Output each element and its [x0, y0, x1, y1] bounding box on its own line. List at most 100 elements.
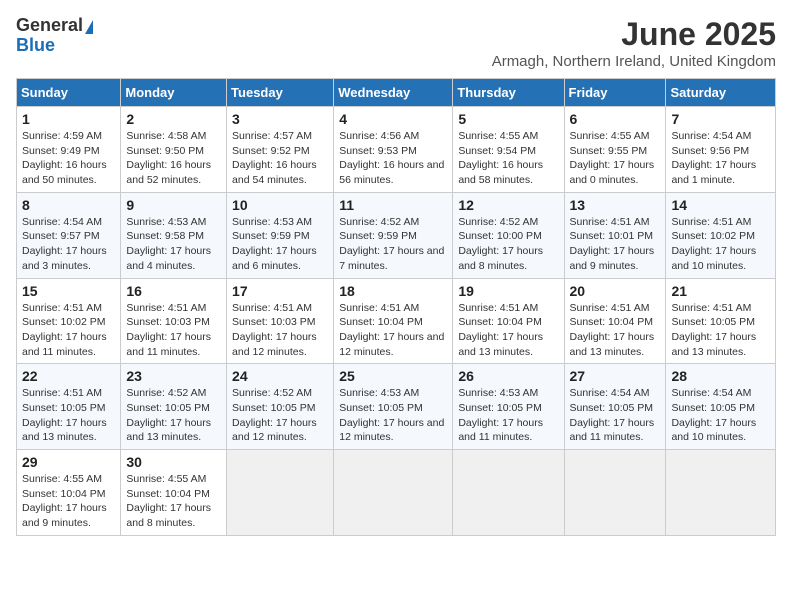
day-info: Sunrise: 4:54 AM Sunset: 10:05 PM Daylig…	[671, 386, 770, 445]
day-info: Sunrise: 4:53 AM Sunset: 9:59 PM Dayligh…	[232, 215, 328, 274]
day-info: Sunrise: 4:55 AM Sunset: 10:04 PM Daylig…	[126, 472, 221, 531]
calendar-week-2: 8 Sunrise: 4:54 AM Sunset: 9:57 PM Dayli…	[17, 192, 776, 278]
day-info: Sunrise: 4:51 AM Sunset: 10:05 PM Daylig…	[671, 301, 770, 360]
day-info: Sunrise: 4:58 AM Sunset: 9:50 PM Dayligh…	[126, 129, 221, 188]
day-info: Sunrise: 4:52 AM Sunset: 9:59 PM Dayligh…	[339, 215, 447, 274]
calendar-cell: 11 Sunrise: 4:52 AM Sunset: 9:59 PM Dayl…	[334, 192, 453, 278]
location-subtitle: Armagh, Northern Ireland, United Kingdom	[492, 53, 776, 70]
weekday-header-row: SundayMondayTuesdayWednesdayThursdayFrid…	[17, 79, 776, 107]
calendar-cell: 15 Sunrise: 4:51 AM Sunset: 10:02 PM Day…	[17, 278, 121, 364]
calendar-cell: 17 Sunrise: 4:51 AM Sunset: 10:03 PM Day…	[227, 278, 334, 364]
calendar-cell: 2 Sunrise: 4:58 AM Sunset: 9:50 PM Dayli…	[121, 107, 227, 193]
day-info: Sunrise: 4:51 AM Sunset: 10:05 PM Daylig…	[22, 386, 115, 445]
calendar-week-4: 22 Sunrise: 4:51 AM Sunset: 10:05 PM Day…	[17, 364, 776, 450]
calendar-cell: 5 Sunrise: 4:55 AM Sunset: 9:54 PM Dayli…	[453, 107, 564, 193]
calendar-cell	[334, 450, 453, 536]
calendar-cell: 28 Sunrise: 4:54 AM Sunset: 10:05 PM Day…	[666, 364, 776, 450]
calendar-cell: 8 Sunrise: 4:54 AM Sunset: 9:57 PM Dayli…	[17, 192, 121, 278]
day-info: Sunrise: 4:54 AM Sunset: 10:05 PM Daylig…	[570, 386, 661, 445]
day-number: 28	[671, 368, 770, 384]
day-info: Sunrise: 4:51 AM Sunset: 10:02 PM Daylig…	[671, 215, 770, 274]
day-number: 27	[570, 368, 661, 384]
day-number: 19	[458, 283, 558, 299]
calendar-cell: 4 Sunrise: 4:56 AM Sunset: 9:53 PM Dayli…	[334, 107, 453, 193]
weekday-header-wednesday: Wednesday	[334, 79, 453, 107]
day-info: Sunrise: 4:51 AM Sunset: 10:03 PM Daylig…	[126, 301, 221, 360]
logo: General Blue	[16, 16, 93, 56]
day-info: Sunrise: 4:59 AM Sunset: 9:49 PM Dayligh…	[22, 129, 115, 188]
calendar-cell: 14 Sunrise: 4:51 AM Sunset: 10:02 PM Day…	[666, 192, 776, 278]
day-number: 16	[126, 283, 221, 299]
day-number: 17	[232, 283, 328, 299]
day-number: 4	[339, 111, 447, 127]
day-number: 26	[458, 368, 558, 384]
day-info: Sunrise: 4:56 AM Sunset: 9:53 PM Dayligh…	[339, 129, 447, 188]
logo-text: General	[16, 16, 93, 36]
day-info: Sunrise: 4:51 AM Sunset: 10:02 PM Daylig…	[22, 301, 115, 360]
day-number: 22	[22, 368, 115, 384]
calendar-cell: 19 Sunrise: 4:51 AM Sunset: 10:04 PM Day…	[453, 278, 564, 364]
calendar-cell: 24 Sunrise: 4:52 AM Sunset: 10:05 PM Day…	[227, 364, 334, 450]
page-header: General Blue June 2025 Armagh, Northern …	[16, 16, 776, 70]
title-block: June 2025 Armagh, Northern Ireland, Unit…	[492, 16, 776, 70]
day-info: Sunrise: 4:53 AM Sunset: 9:58 PM Dayligh…	[126, 215, 221, 274]
calendar-cell: 13 Sunrise: 4:51 AM Sunset: 10:01 PM Day…	[564, 192, 666, 278]
calendar-cell: 1 Sunrise: 4:59 AM Sunset: 9:49 PM Dayli…	[17, 107, 121, 193]
day-info: Sunrise: 4:55 AM Sunset: 10:04 PM Daylig…	[22, 472, 115, 531]
day-number: 7	[671, 111, 770, 127]
day-info: Sunrise: 4:57 AM Sunset: 9:52 PM Dayligh…	[232, 129, 328, 188]
calendar-cell	[453, 450, 564, 536]
day-number: 23	[126, 368, 221, 384]
day-number: 20	[570, 283, 661, 299]
calendar-cell: 18 Sunrise: 4:51 AM Sunset: 10:04 PM Day…	[334, 278, 453, 364]
day-number: 10	[232, 197, 328, 213]
day-info: Sunrise: 4:53 AM Sunset: 10:05 PM Daylig…	[458, 386, 558, 445]
calendar-cell: 30 Sunrise: 4:55 AM Sunset: 10:04 PM Day…	[121, 450, 227, 536]
day-info: Sunrise: 4:51 AM Sunset: 10:01 PM Daylig…	[570, 215, 661, 274]
calendar-cell	[564, 450, 666, 536]
day-number: 21	[671, 283, 770, 299]
calendar-cell: 21 Sunrise: 4:51 AM Sunset: 10:05 PM Day…	[666, 278, 776, 364]
month-title: June 2025	[492, 16, 776, 53]
calendar-cell: 10 Sunrise: 4:53 AM Sunset: 9:59 PM Dayl…	[227, 192, 334, 278]
day-number: 5	[458, 111, 558, 127]
calendar-cell: 20 Sunrise: 4:51 AM Sunset: 10:04 PM Day…	[564, 278, 666, 364]
day-number: 1	[22, 111, 115, 127]
calendar-table: SundayMondayTuesdayWednesdayThursdayFrid…	[16, 78, 776, 536]
day-number: 12	[458, 197, 558, 213]
weekday-header-tuesday: Tuesday	[227, 79, 334, 107]
day-info: Sunrise: 4:52 AM Sunset: 10:05 PM Daylig…	[232, 386, 328, 445]
day-info: Sunrise: 4:51 AM Sunset: 10:04 PM Daylig…	[570, 301, 661, 360]
calendar-cell: 9 Sunrise: 4:53 AM Sunset: 9:58 PM Dayli…	[121, 192, 227, 278]
day-number: 13	[570, 197, 661, 213]
day-number: 9	[126, 197, 221, 213]
calendar-cell: 7 Sunrise: 4:54 AM Sunset: 9:56 PM Dayli…	[666, 107, 776, 193]
day-number: 15	[22, 283, 115, 299]
weekday-header-monday: Monday	[121, 79, 227, 107]
calendar-week-5: 29 Sunrise: 4:55 AM Sunset: 10:04 PM Day…	[17, 450, 776, 536]
calendar-cell: 23 Sunrise: 4:52 AM Sunset: 10:05 PM Day…	[121, 364, 227, 450]
calendar-cell: 22 Sunrise: 4:51 AM Sunset: 10:05 PM Day…	[17, 364, 121, 450]
calendar-cell: 25 Sunrise: 4:53 AM Sunset: 10:05 PM Day…	[334, 364, 453, 450]
day-number: 6	[570, 111, 661, 127]
day-info: Sunrise: 4:52 AM Sunset: 10:05 PM Daylig…	[126, 386, 221, 445]
calendar-cell: 6 Sunrise: 4:55 AM Sunset: 9:55 PM Dayli…	[564, 107, 666, 193]
calendar-cell: 27 Sunrise: 4:54 AM Sunset: 10:05 PM Day…	[564, 364, 666, 450]
day-info: Sunrise: 4:55 AM Sunset: 9:55 PM Dayligh…	[570, 129, 661, 188]
day-number: 29	[22, 454, 115, 470]
day-number: 11	[339, 197, 447, 213]
day-info: Sunrise: 4:53 AM Sunset: 10:05 PM Daylig…	[339, 386, 447, 445]
calendar-week-3: 15 Sunrise: 4:51 AM Sunset: 10:02 PM Day…	[17, 278, 776, 364]
day-number: 30	[126, 454, 221, 470]
day-info: Sunrise: 4:54 AM Sunset: 9:56 PM Dayligh…	[671, 129, 770, 188]
weekday-header-friday: Friday	[564, 79, 666, 107]
calendar-cell	[227, 450, 334, 536]
day-info: Sunrise: 4:51 AM Sunset: 10:04 PM Daylig…	[339, 301, 447, 360]
logo-blue: Blue	[16, 36, 93, 56]
day-info: Sunrise: 4:55 AM Sunset: 9:54 PM Dayligh…	[458, 129, 558, 188]
weekday-header-saturday: Saturday	[666, 79, 776, 107]
day-number: 3	[232, 111, 328, 127]
calendar-cell: 26 Sunrise: 4:53 AM Sunset: 10:05 PM Day…	[453, 364, 564, 450]
day-info: Sunrise: 4:52 AM Sunset: 10:00 PM Daylig…	[458, 215, 558, 274]
day-number: 18	[339, 283, 447, 299]
